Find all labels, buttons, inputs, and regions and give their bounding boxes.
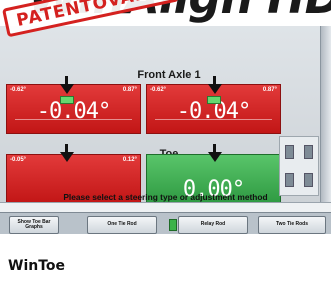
pointer-arrow-icon — [60, 84, 74, 94]
wheel-icon — [304, 145, 313, 159]
target-marker — [60, 96, 74, 104]
gauge-high-limit: 0.87° — [262, 87, 277, 93]
two-tie-rods-button[interactable]: Two Tie Rods — [258, 216, 326, 234]
gauge-low-limit: -0.62° — [150, 87, 167, 93]
vehicle-diagram-panel[interactable] — [279, 136, 319, 196]
gauge-scale — [15, 119, 132, 125]
gauge-high-limit: 0.12° — [122, 157, 137, 163]
show-toe-bar-graphs-button[interactable]: Show Toe Bar Graphs — [9, 216, 59, 234]
gauge-scale — [155, 119, 272, 125]
wheel-icon — [304, 173, 313, 187]
wheel-icon — [285, 173, 294, 187]
relay-rod-button[interactable]: Relay Rod — [178, 216, 248, 234]
gauge-low-limit: -0.62° — [10, 87, 27, 93]
one-tie-rod-button[interactable]: One Tie Rod — [87, 216, 157, 234]
pointer-arrow-icon — [208, 152, 222, 162]
selected-indicator — [169, 219, 177, 231]
gauge-high-limit: 0.87° — [122, 87, 137, 93]
pointer-arrow-icon — [208, 84, 222, 94]
front-axle-title: Front Axle 1 — [137, 69, 201, 81]
pointer-arrow-icon — [60, 152, 74, 162]
alignment-screen: Front Axle 1 -0.62° 0.87° -0.04° -0.62° … — [0, 26, 331, 234]
target-marker — [207, 96, 221, 104]
product-image: WinAlign HD Front Axle 1 -0.62° 0.87° -0… — [0, 0, 331, 282]
gauge-low-limit: -0.05° — [10, 157, 27, 163]
instruction-message: Please select a steering type or adjustm… — [63, 192, 268, 202]
caption: WinToe — [8, 258, 66, 274]
wheel-icon — [285, 145, 294, 159]
